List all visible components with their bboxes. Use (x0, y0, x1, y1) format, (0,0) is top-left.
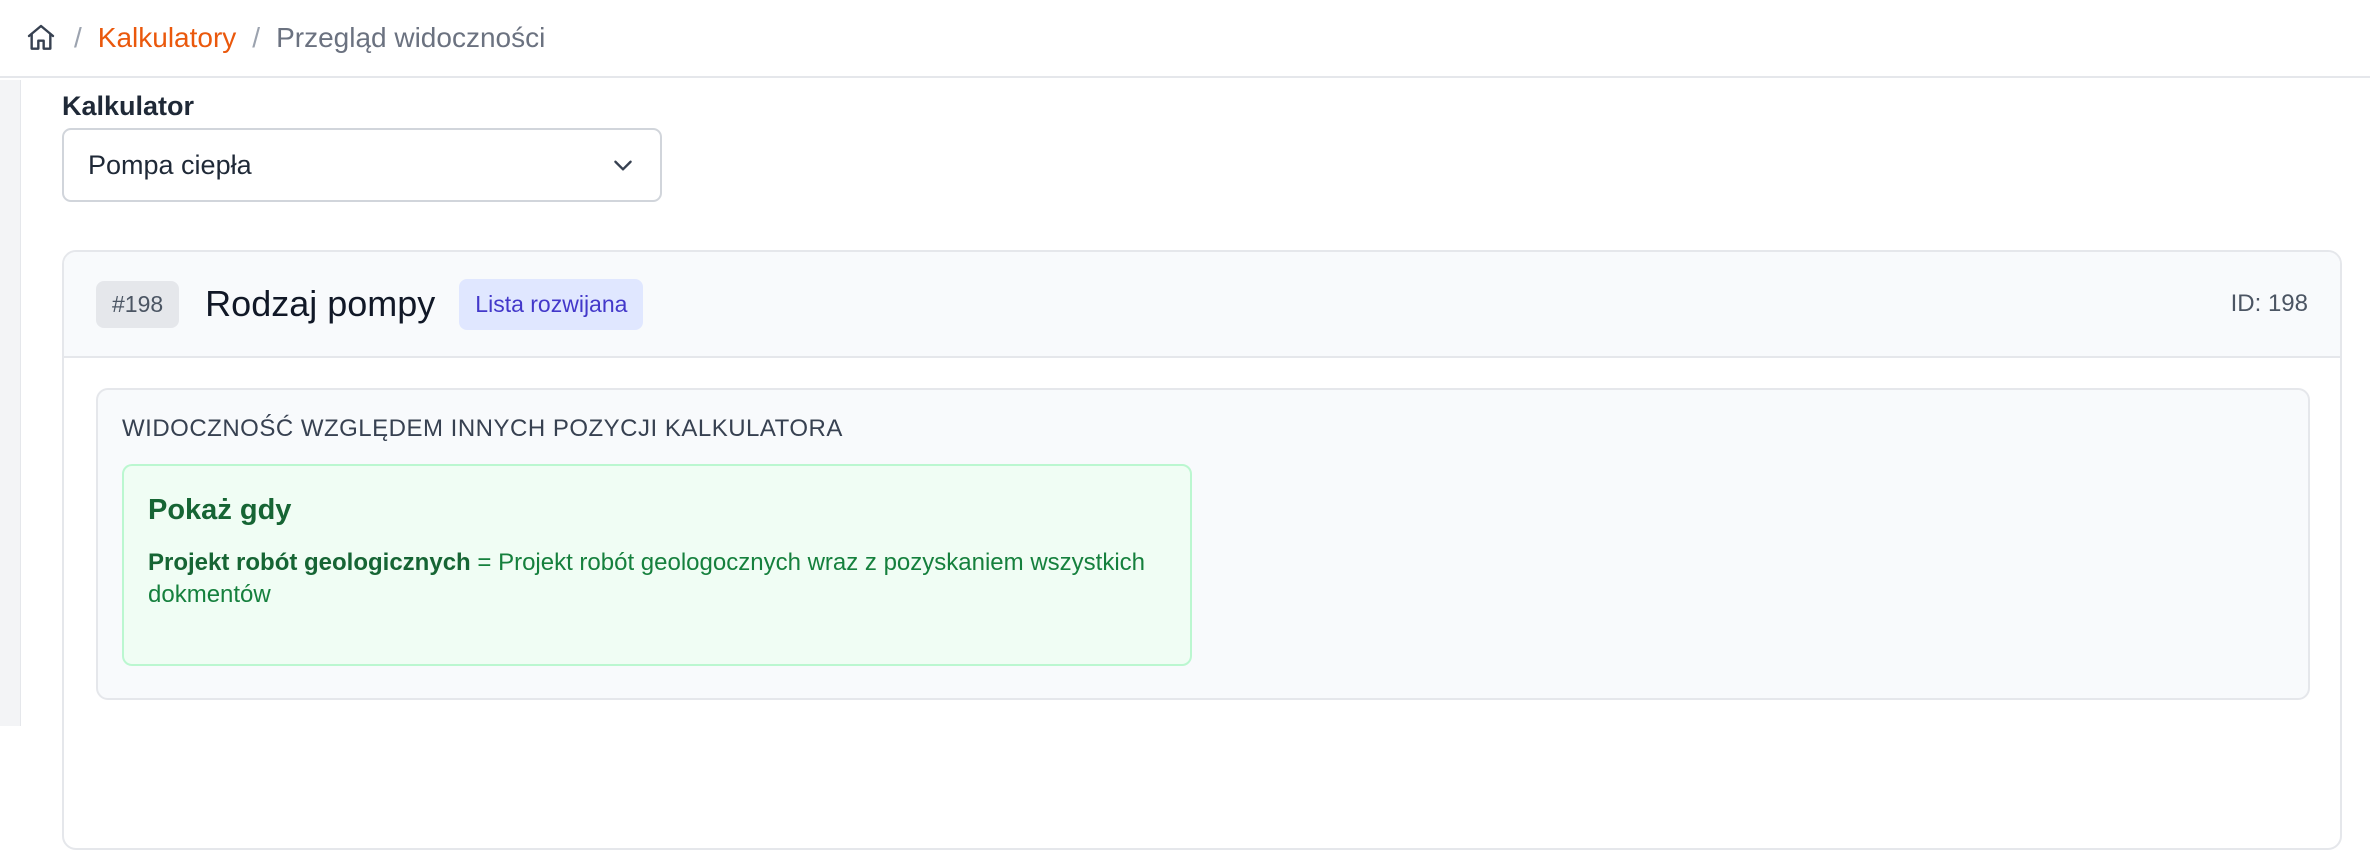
rule-title: Pokaż gdy (148, 494, 292, 526)
item-type-badge: Lista rozwijana (459, 278, 644, 330)
visibility-section-title: WIDOCZNOŚĆ WZGLĘDEM INNYCH POZYCJI KALKU… (122, 415, 843, 442)
calculator-label: Kalkulator (62, 91, 195, 121)
breadcrumb-separator: / (252, 22, 261, 53)
rule-operator: = (477, 549, 492, 576)
item-title: Rodzaj pompy (205, 283, 436, 324)
home-icon[interactable] (24, 21, 58, 55)
rule-field: Projekt robót geologicznych (148, 549, 471, 576)
breadcrumb-separator: / (74, 22, 82, 53)
visibility-section: WIDOCZNOŚĆ WZGLĘDEM INNYCH POZYCJI KALKU… (96, 388, 2310, 700)
card-header: #198 Rodzaj pompy Lista rozwijana ID: 19… (64, 252, 2340, 358)
calculator-select-value: Pompa ciepła (88, 149, 252, 180)
item-number-badge: #198 (96, 280, 180, 328)
rule-condition: Projekt robót geologicznych = Projekt ro… (148, 547, 1166, 611)
chevron-down-icon (610, 152, 636, 178)
calculator-item-card: #198 Rodzaj pompy Lista rozwijana ID: 19… (62, 250, 2342, 850)
sidebar-edge (0, 80, 21, 726)
item-id-label: ID: 198 (2230, 290, 2308, 317)
visibility-rule: Pokaż gdy Projekt robót geologicznych = … (122, 464, 1192, 666)
breadcrumb-current: Przegląd widoczności (276, 22, 546, 53)
calculator-select[interactable]: Pompa ciepła (62, 128, 662, 202)
breadcrumb: / Kalkulatory / Przegląd widoczności (0, 0, 2370, 78)
main-content: Kalkulator Pompa ciepła #198 Rodzaj pomp… (62, 80, 2342, 850)
breadcrumb-link-kalkulatory[interactable]: Kalkulatory (98, 22, 237, 54)
